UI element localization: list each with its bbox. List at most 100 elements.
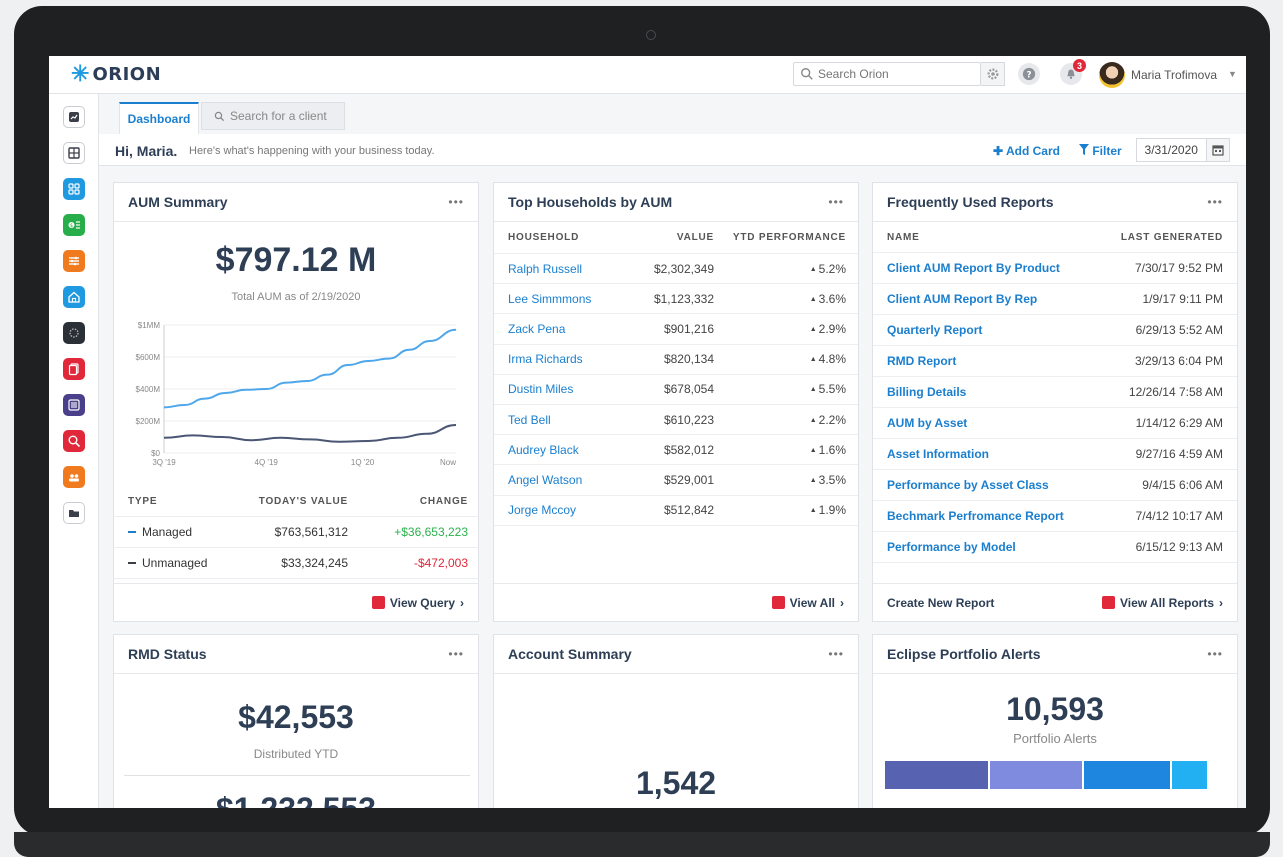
rail-search-report-button[interactable] [63,430,85,452]
reports-list: Client AUM Report By Product 7/30/17 9:52… [873,253,1237,563]
household-name[interactable]: Audrey Black [508,443,618,457]
report-name-link[interactable]: Billing Details [887,385,966,399]
divider [124,775,470,776]
households-list: Ralph Russell $2,302,349 ▲ 5.2% Lee Simmmons… [494,254,858,526]
orion-logo[interactable]: ✳ ORION [71,63,161,85]
household-value: $512,842 [663,503,714,518]
filter-button[interactable]: Filter [1079,144,1122,158]
table-row[interactable]: Irma Richards $820,134 ▲ 4.8% [494,345,858,375]
global-search-input[interactable] [818,67,968,81]
user-name[interactable]: Maria Trofimova [1131,68,1217,82]
table-row[interactable]: Angel Watson $529,001 ▲ 3.5% [494,465,858,496]
view-all-link[interactable]: View All › [771,595,844,610]
client-search-tab[interactable]: Search for a client [201,102,345,130]
user-avatar[interactable] [1099,62,1125,88]
table-row[interactable]: Managed $763,561,312 +$36,653,223 [114,517,478,548]
settings-button[interactable] [981,62,1005,86]
more-icon[interactable]: ••• [448,195,464,209]
camera-dot [646,30,656,40]
more-icon[interactable]: ••• [448,647,464,661]
table-row[interactable]: Jorge Mccoy $512,842 ▲ 1.9% [494,496,858,526]
table-row[interactable]: Lee Simmmons $1,123,332 ▲ 3.6% [494,284,858,315]
alert-segment[interactable] [885,761,990,789]
global-search[interactable] [793,62,981,86]
report-name-link[interactable]: Asset Information [887,447,989,461]
table-row[interactable]: Audrey Black $582,012 ▲ 1.6% [494,435,858,466]
search-report-icon [68,435,81,448]
household-name[interactable]: Ralph Russell [508,262,618,276]
rail-people-button[interactable] [63,466,85,488]
rail-list-button[interactable] [63,394,85,416]
report-name-link[interactable]: AUM by Asset [887,416,967,430]
more-icon[interactable]: ••• [828,195,844,209]
card-title: Eclipse Portfolio Alerts [887,646,1041,662]
help-button[interactable]: ? [1018,63,1040,85]
household-name[interactable]: Jorge Mccoy [508,503,618,517]
view-query-link[interactable]: View Query › [371,596,464,610]
date-picker[interactable]: 3/31/2020 [1136,138,1230,162]
unmanaged-series-line[interactable] [163,424,457,443]
create-new-report-link[interactable]: Create New Report [887,596,994,610]
tab-dashboard[interactable]: Dashboard [119,102,199,134]
view-all-reports-link[interactable]: View All Reports › [1101,595,1223,610]
report-name-link[interactable]: Client AUM Report By Product [887,261,1060,275]
alert-segment[interactable] [1209,761,1223,789]
total-aum-label: Total AUM as of 2/19/2020 [231,291,361,303]
household-name[interactable]: Lee Simmmons [508,292,618,306]
table-row[interactable]: AUM by Asset 1/14/12 6:29 AM [873,408,1237,439]
rail-chart-button[interactable] [63,106,85,128]
report-name-link[interactable]: Performance by Asset Class [887,478,1049,492]
calendar-icon[interactable] [1205,139,1229,161]
series-marker [128,531,136,533]
table-row[interactable]: Unmanaged $33,324,245 -$472,003 [114,548,478,579]
card-title: Top Households by AUM [508,194,673,210]
chevron-down-icon[interactable]: ▼ [1228,69,1237,79]
rail-grid-button[interactable] [63,142,85,164]
household-name[interactable]: Ted Bell [508,413,618,427]
household-name[interactable]: Zack Pena [508,322,618,336]
alert-segment[interactable] [1172,761,1210,789]
managed-series-line[interactable] [163,328,457,409]
rail-sliders-button[interactable] [63,250,85,272]
more-icon[interactable]: ••• [1207,647,1223,661]
table-row[interactable]: Performance by Model 6/15/12 9:13 AM [873,532,1237,563]
card-title: Frequently Used Reports [887,194,1054,210]
more-icon[interactable]: ••• [1207,195,1223,209]
alerts-stacked-bar[interactable] [885,761,1223,789]
report-name-link[interactable]: Client AUM Report By Rep [887,292,1037,306]
table-header: HOUSEHOLD VALUE YTD PERFORMANCE [494,222,858,254]
rail-loader-button[interactable] [63,322,85,344]
table-row[interactable]: RMD Report 3/29/13 6:04 PM [873,346,1237,377]
alert-segment[interactable] [989,761,1085,789]
table-row[interactable]: Client AUM Report By Product 7/30/17 9:52… [873,253,1237,284]
table-row[interactable]: Performance by Asset Class 9/4/15 6:06 AM [873,470,1237,501]
rail-apps-button[interactable] [63,178,85,200]
table-row[interactable]: Dustin Miles $678,054 ▲ 5.5% [494,375,858,405]
household-name[interactable]: Dustin Miles [508,382,618,396]
table-row[interactable]: Ralph Russell $2,302,349 ▲ 5.2% [494,254,858,285]
chevron-right-icon: › [840,595,844,610]
rail-home-button[interactable] [63,286,85,308]
report-name-link[interactable]: Bechmark Perfromance Report [887,509,1064,523]
more-icon[interactable]: ••• [828,647,844,661]
table-row[interactable]: Client AUM Report By Rep 1/9/17 9:11 PM [873,284,1237,315]
household-name[interactable]: Angel Watson [508,473,618,487]
table-row[interactable]: Quarterly Report 6/29/13 5:52 AM [873,315,1237,346]
table-row[interactable]: Zack Pena $901,216 ▲ 2.9% [494,314,858,345]
household-name[interactable]: Irma Richards [508,352,618,366]
table-row[interactable]: Asset Information 9/27/16 4:59 AM [873,439,1237,470]
add-card-button[interactable]: ✚ Add Card [993,144,1060,158]
table-row[interactable]: Billing Details 12/26/14 7:58 AM [873,377,1237,408]
alert-segment[interactable] [1084,761,1173,789]
report-date: 6/29/13 5:52 AM [1135,323,1223,337]
up-arrow-icon: ▲ [809,386,817,394]
table-row[interactable]: Bechmark Perfromance Report 7/4/12 10:17 … [873,501,1237,532]
rail-folder-button[interactable] [63,502,85,524]
report-name-link[interactable]: Performance by Model [887,540,1016,554]
report-name-link[interactable]: RMD Report [887,354,956,368]
rail-money-button[interactable]: $ [63,214,85,236]
report-name-link[interactable]: Quarterly Report [887,323,982,337]
rail-documents-button[interactable] [63,358,85,380]
chevron-right-icon: › [1219,595,1223,610]
table-row[interactable]: Ted Bell $610,223 ▲ 2.2% [494,405,858,436]
